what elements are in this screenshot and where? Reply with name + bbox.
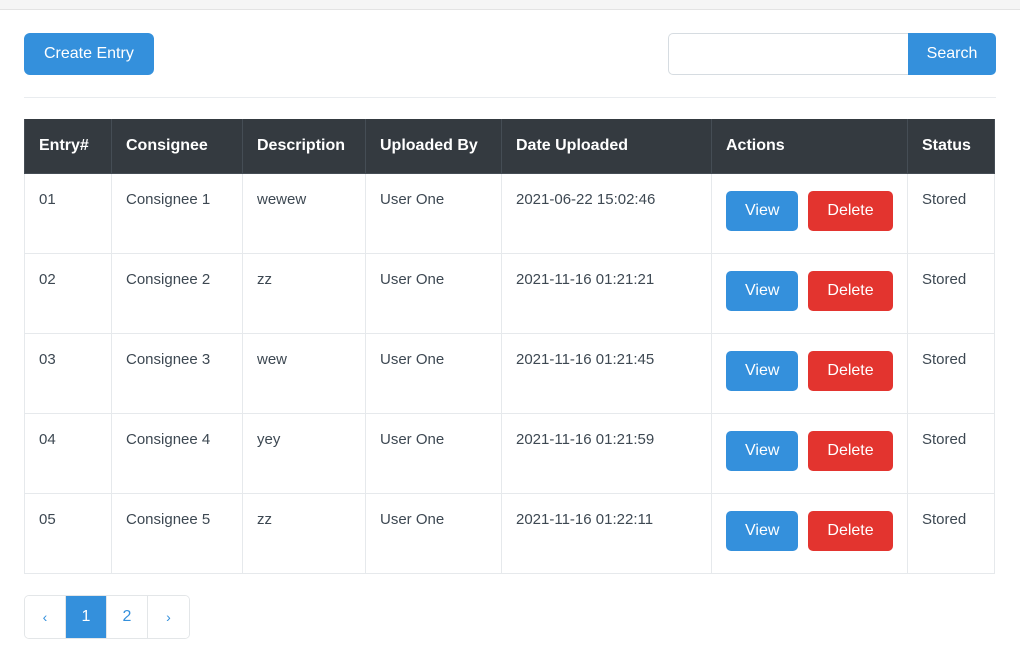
action-buttons: View Delete <box>726 191 893 231</box>
entries-table-container: Entry# Consignee Description Uploaded By… <box>24 119 996 574</box>
date-uploaded-cell: 2021-06-22 15:02:46 <box>501 173 712 254</box>
uploaded-by-cell: User One <box>365 493 502 574</box>
search-button[interactable]: Search <box>908 33 996 75</box>
table-row: 02 Consignee 2 zz User One 2021-11-16 01:21:… <box>24 253 995 334</box>
action-buttons: View Delete <box>726 351 893 391</box>
table-row: 01 Consignee 1 wewew User One 2021-06-22 15:… <box>24 173 995 254</box>
action-buttons: View Delete <box>726 511 893 551</box>
status-cell: Stored <box>907 333 995 414</box>
delete-button[interactable]: Delete <box>808 351 893 391</box>
view-button[interactable]: View <box>726 511 799 551</box>
actions-cell: View Delete <box>711 413 908 494</box>
date-uploaded-cell: 2021-11-16 01:22:11 <box>501 493 712 574</box>
action-buttons: View Delete <box>726 431 893 471</box>
column-header-entry: Entry# <box>24 119 112 174</box>
description-cell: zz <box>242 493 366 574</box>
consignee-cell: Consignee 3 <box>111 333 243 414</box>
create-entry-button[interactable]: Create Entry <box>24 33 154 75</box>
table-header-row: Entry# Consignee Description Uploaded By… <box>24 119 995 174</box>
pagination-page-2[interactable]: 2 <box>107 596 148 638</box>
table-body: 01 Consignee 1 wewew User One 2021-06-22 15:… <box>24 173 995 574</box>
action-buttons: View Delete <box>726 271 893 311</box>
table-row: 05 Consignee 5 zz User One 2021-11-16 01:22:… <box>24 493 995 574</box>
column-header-uploaded-by: Uploaded By <box>365 119 502 174</box>
status-cell: Stored <box>907 173 995 254</box>
view-button[interactable]: View <box>726 431 799 471</box>
consignee-cell: Consignee 2 <box>111 253 243 334</box>
delete-button[interactable]: Delete <box>808 191 893 231</box>
actions-cell: View Delete <box>711 333 908 414</box>
description-cell: wew <box>242 333 366 414</box>
date-uploaded-cell: 2021-11-16 01:21:21 <box>501 253 712 334</box>
entry-number-cell: 01 <box>24 173 112 254</box>
view-button[interactable]: View <box>726 351 799 391</box>
delete-button[interactable]: Delete <box>808 511 893 551</box>
search-group: Search <box>668 33 996 75</box>
pagination-prev[interactable]: ‹ <box>25 596 66 638</box>
status-cell: Stored <box>907 493 995 574</box>
entry-number-cell: 03 <box>24 333 112 414</box>
uploaded-by-cell: User One <box>365 173 502 254</box>
table-row: 04 Consignee 4 yey User One 2021-11-16 01:21… <box>24 413 995 494</box>
column-header-actions: Actions <box>711 119 908 174</box>
actions-cell: View Delete <box>711 493 908 574</box>
column-header-date-uploaded: Date Uploaded <box>501 119 712 174</box>
description-cell: wewew <box>242 173 366 254</box>
consignee-cell: Consignee 1 <box>111 173 243 254</box>
column-header-status: Status <box>907 119 995 174</box>
delete-button[interactable]: Delete <box>808 271 893 311</box>
status-cell: Stored <box>907 413 995 494</box>
actions-cell: View Delete <box>711 173 908 254</box>
view-button[interactable]: View <box>726 271 799 311</box>
toolbar: Create Entry Search <box>24 10 996 75</box>
column-header-description: Description <box>242 119 366 174</box>
entry-number-cell: 02 <box>24 253 112 334</box>
consignee-cell: Consignee 4 <box>111 413 243 494</box>
page-container: Create Entry Search Entry# Consignee Des… <box>0 10 1020 639</box>
date-uploaded-cell: 2021-11-16 01:21:45 <box>501 333 712 414</box>
search-input[interactable] <box>668 33 908 75</box>
pagination-next[interactable]: › <box>148 596 189 638</box>
top-strip <box>0 0 1020 10</box>
status-cell: Stored <box>907 253 995 334</box>
uploaded-by-cell: User One <box>365 253 502 334</box>
actions-cell: View Delete <box>711 253 908 334</box>
toolbar-divider <box>24 97 996 98</box>
uploaded-by-cell: User One <box>365 413 502 494</box>
view-button[interactable]: View <box>726 191 799 231</box>
table-row: 03 Consignee 3 wew User One 2021-11-16 01:21… <box>24 333 995 414</box>
date-uploaded-cell: 2021-11-16 01:21:59 <box>501 413 712 494</box>
entries-table: Entry# Consignee Description Uploaded By… <box>24 119 995 574</box>
pagination[interactable]: ‹ 1 2 › <box>24 595 190 639</box>
description-cell: zz <box>242 253 366 334</box>
description-cell: yey <box>242 413 366 494</box>
entry-number-cell: 04 <box>24 413 112 494</box>
delete-button[interactable]: Delete <box>808 431 893 471</box>
table-header: Entry# Consignee Description Uploaded By… <box>24 119 995 174</box>
column-header-consignee: Consignee <box>111 119 243 174</box>
uploaded-by-cell: User One <box>365 333 502 414</box>
consignee-cell: Consignee 5 <box>111 493 243 574</box>
pagination-page-1[interactable]: 1 <box>66 596 107 638</box>
entry-number-cell: 05 <box>24 493 112 574</box>
